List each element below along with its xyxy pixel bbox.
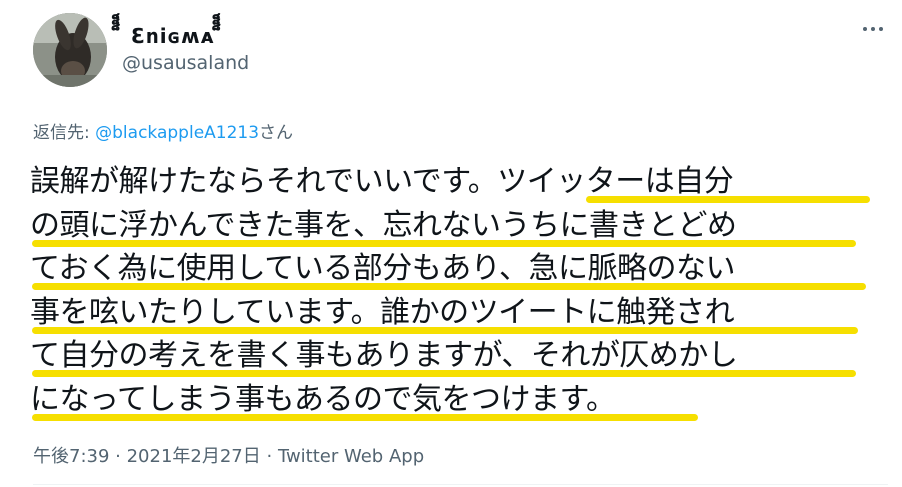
author-handle[interactable]: @usausaland: [122, 52, 249, 74]
tweet-line-text: の頭に浮かんできた事を、忘れないうちに書きとどめ: [30, 207, 737, 243]
tweet-source-app[interactable]: Twitter Web App: [278, 446, 424, 467]
tweet-line: ておく為に使用している部分もあり、急に脈略のない: [30, 247, 880, 291]
more-options-button[interactable]: [856, 17, 890, 41]
tweet-line-text: になってしまう事もあるので気をつけます。: [30, 381, 616, 417]
reply-target-link[interactable]: @blackappleA1213: [95, 123, 259, 143]
avatar[interactable]: [33, 13, 107, 87]
reply-prefix: 返信先:: [33, 123, 90, 143]
tweet-text: 誤解が解けたならそれでいいです。ツイッターは自分 の頭に浮かんできた事を、忘れな…: [30, 160, 880, 422]
tweet-meta: 午後7:39 · 2021年2月27日 · Twitter Web App: [33, 442, 424, 468]
tweet-line: 事を呟いたりしています。誰かのツイートに触発され: [30, 291, 880, 335]
reply-suffix: さん: [259, 123, 294, 143]
reply-context: 返信先: @blackappleA1213さん: [33, 118, 293, 143]
tweet-line-text: て自分の考えを書く事もありますが、それが仄めかし: [30, 338, 738, 374]
tweet-line: の頭に浮かんできた事を、忘れないうちに書きとどめ: [30, 204, 880, 248]
divider: [33, 484, 888, 485]
tweet-line: になってしまう事もあるので気をつけます。: [30, 378, 880, 422]
more-horizontal-icon: [861, 27, 885, 31]
tweet-line: 誤解が解けたならそれでいいです。ツイッターは自分: [30, 160, 880, 204]
author-display-name[interactable]: ็็็ Ɛոіɢʍᴀ ็็็: [122, 20, 224, 52]
avatar-image: [33, 13, 107, 87]
tweet-timestamp[interactable]: 午後7:39 · 2021年2月27日: [33, 446, 261, 467]
meta-separator: ·: [260, 446, 278, 467]
tweet-line-text: 事を呟いたりしています。誰かのツイートに触発され: [30, 294, 735, 330]
tweet-line-text: ておく為に使用している部分もあり、急に脈略のない: [30, 251, 736, 287]
tweet-line: て自分の考えを書く事もありますが、それが仄めかし: [30, 334, 880, 378]
tweet-line-text: 誤解が解けたならそれでいいです。ツイッターは自分: [30, 164, 734, 199]
